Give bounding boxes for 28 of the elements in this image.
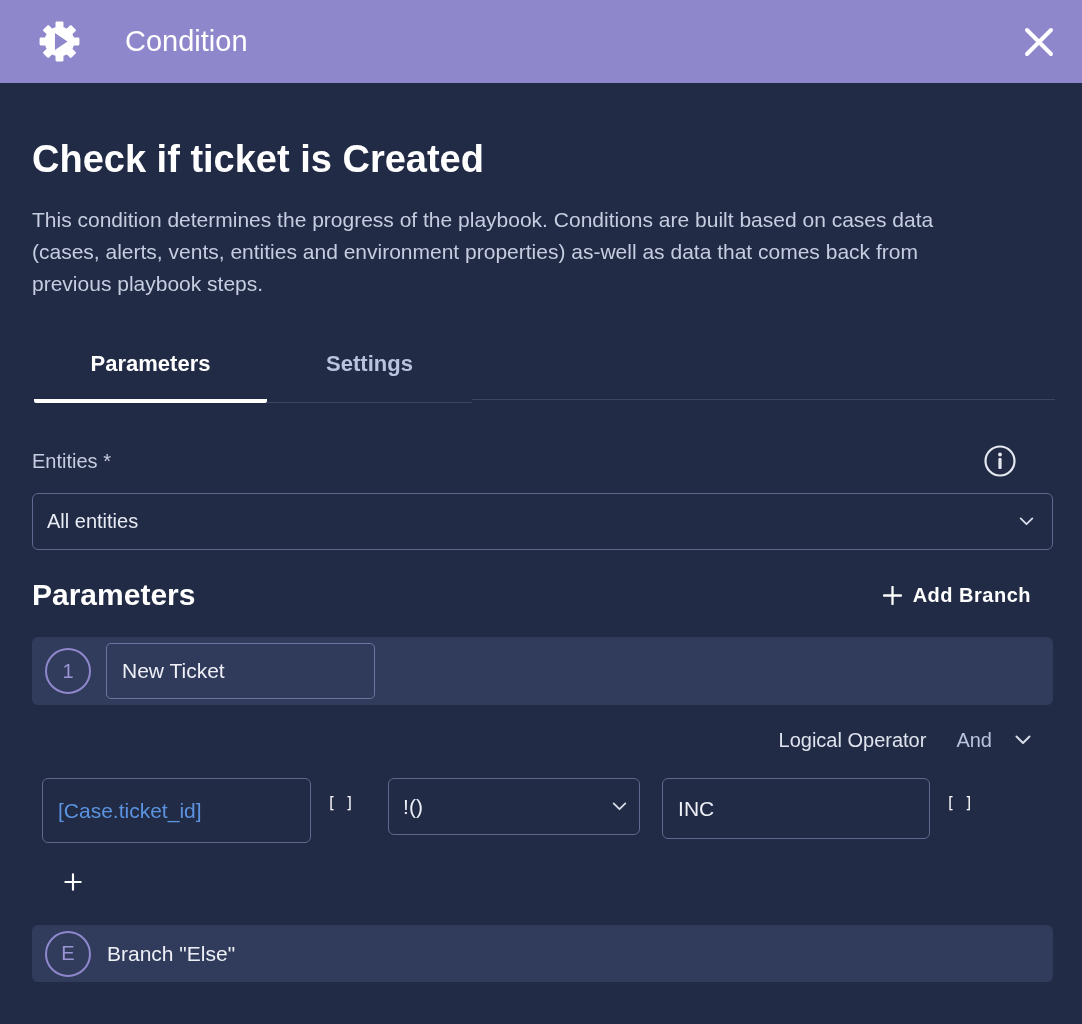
gear-play-icon: [39, 21, 80, 62]
plus-icon: [882, 585, 902, 605]
tab[interactable]: Settings: [267, 330, 472, 403]
condition-heading: Check if ticket is Created: [32, 137, 485, 182]
operator-dropdown[interactable]: !(): [388, 778, 641, 835]
placeholder-button[interactable]: [ ]: [946, 792, 974, 814]
chevron-down-icon: [612, 802, 628, 811]
branch-number-badge: 1: [45, 648, 91, 694]
add-condition-icon[interactable]: [64, 873, 82, 891]
branch-name-field[interactable]: New Ticket: [106, 643, 375, 699]
info-icon[interactable]: [984, 445, 1016, 477]
field-input[interactable]: [Case.ticket_id]: [42, 778, 311, 843]
chevron-down-icon: [1015, 735, 1031, 745]
condition-description: This condition determines the progress of the playbook. Conditions are built based on cases data (cases, alerts, vents, entities and environment properties) as-well as data that comes back from previous playbook steps.: [32, 207, 935, 297]
else-branch-label: Branch "Else": [107, 941, 236, 966]
parameters-heading: Parameters: [32, 577, 196, 613]
entities-dropdown[interactable]: All entities: [32, 493, 1053, 550]
entities-label: Entities *: [32, 449, 111, 473]
dialog-title: Condition: [125, 25, 248, 58]
add-branch-button[interactable]: Add Branch: [882, 579, 1053, 611]
value-input[interactable]: INC: [662, 778, 931, 839]
branch-letter-badge: E: [45, 930, 91, 977]
chevron-down-icon: [1019, 517, 1034, 526]
logical-operator-dropdown[interactable]: And: [956, 728, 1031, 752]
tab[interactable]: Parameters: [34, 330, 267, 403]
close-icon[interactable]: [1024, 26, 1054, 57]
logical-operator-label: Logical Operator: [778, 728, 927, 752]
placeholder-button[interactable]: [ ]: [327, 792, 355, 814]
